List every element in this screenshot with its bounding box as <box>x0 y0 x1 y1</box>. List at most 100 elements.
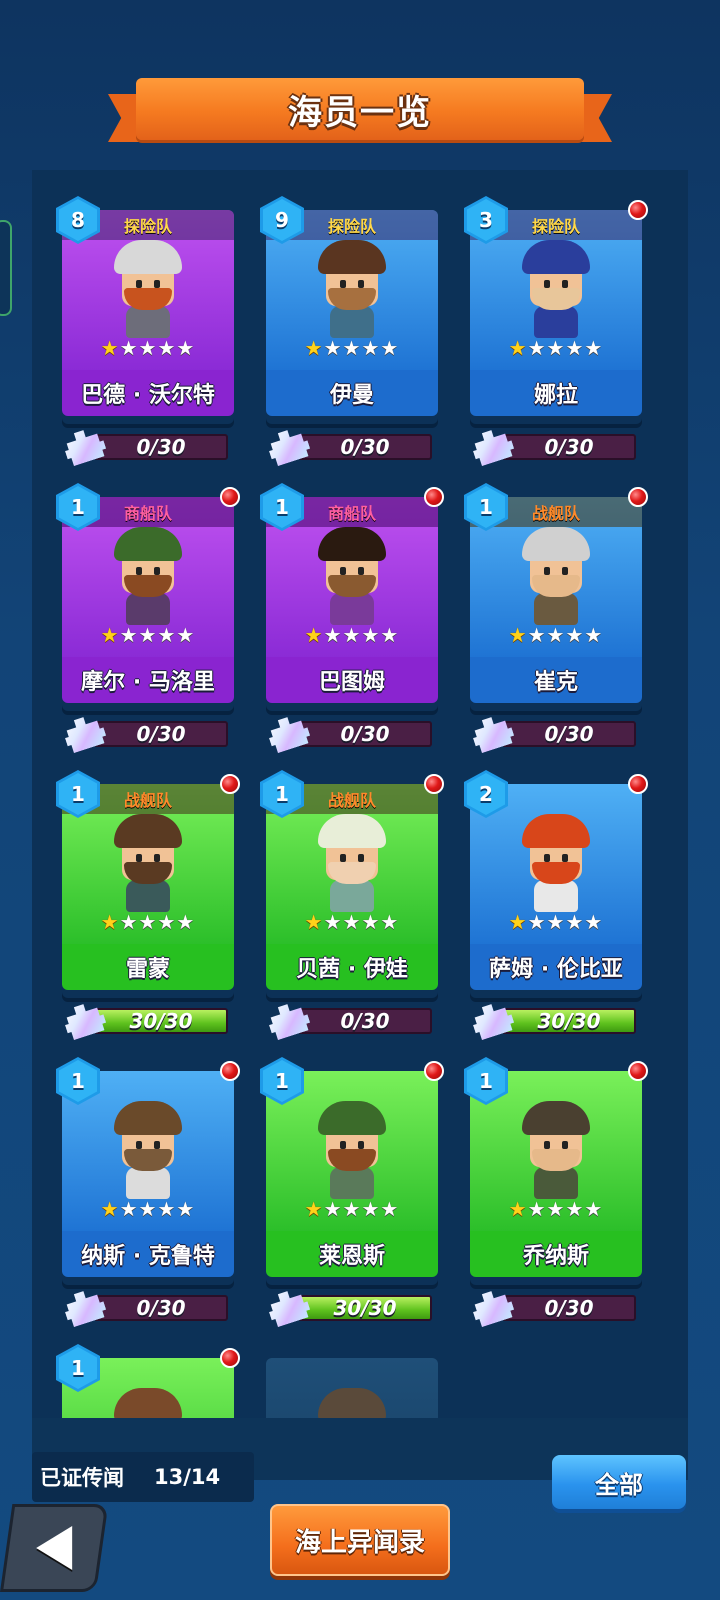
portrait-body <box>126 1167 170 1199</box>
star-icon: ★ <box>361 910 381 934</box>
notification-dot-icon <box>424 1061 444 1081</box>
crew-card-frame: 探险队 ★★★★★ 伊曼 9 <box>260 196 438 424</box>
puzzle-piece-icon <box>468 997 517 1042</box>
puzzle-piece-icon <box>468 1284 517 1329</box>
crew-portrait <box>108 814 188 914</box>
back-button[interactable] <box>0 1504 109 1592</box>
portrait-body <box>330 880 374 912</box>
crew-name-bar: 莱恩斯 <box>266 1231 438 1277</box>
portrait-body <box>534 593 578 625</box>
crew-name-bar: 雷蒙 <box>62 944 234 990</box>
star-icon: ★ <box>157 623 177 647</box>
portrait-eye <box>544 280 550 288</box>
portrait-eye <box>136 567 142 575</box>
star-icon: ★ <box>342 336 362 360</box>
portrait-body <box>330 593 374 625</box>
crew-name: 乔纳斯 <box>522 1244 589 1269</box>
star-icon: ★ <box>584 1197 604 1221</box>
portrait-body <box>126 593 170 625</box>
crew-star-rating: ★★★★★ <box>62 623 234 647</box>
portrait-eye <box>544 854 550 862</box>
portrait-eye <box>358 1141 364 1149</box>
filter-all-button[interactable]: 全部 <box>552 1455 686 1509</box>
puzzle-piece-icon <box>60 1284 109 1329</box>
portrait-eye <box>154 280 160 288</box>
shard-progress-text: 0/30 <box>544 435 594 459</box>
portrait-eye <box>358 854 364 862</box>
star-icon: ★ <box>565 336 585 360</box>
crew-card[interactable]: ★★★★★ 纳斯 · 克鲁特 1 0/30 <box>56 1057 246 1311</box>
portrait-body <box>330 1167 374 1199</box>
portrait-eye <box>136 1141 142 1149</box>
crew-card[interactable]: 战舰队 ★★★★★ 贝茜 · 伊娃 1 0/30 <box>260 770 450 1024</box>
star-icon: ★ <box>508 336 528 360</box>
crew-card-frame: 商船队 ★★★★★ 巴图姆 1 <box>260 483 444 711</box>
star-icon: ★ <box>527 910 547 934</box>
star-icon: ★ <box>380 623 400 647</box>
crew-portrait <box>516 1101 596 1201</box>
puzzle-piece-icon <box>60 710 109 755</box>
crew-card[interactable]: 战舰队 ★★★★★ 崔克 1 0/30 <box>464 483 654 737</box>
crew-name-bar: 贝茜 · 伊娃 <box>266 944 438 990</box>
title-banner: 海员一览 <box>108 78 612 148</box>
crew-name-bar: 崔克 <box>470 657 642 703</box>
crew-card[interactable]: ★★★★★ 莱恩斯 1 30/30 <box>260 1057 450 1311</box>
crew-star-rating: ★★★★★ <box>266 623 438 647</box>
shard-progress: 30/30 <box>268 1289 436 1323</box>
notification-dot-icon <box>628 200 648 220</box>
star-icon: ★ <box>527 623 547 647</box>
crew-card[interactable]: ★★★★★ 乔纳斯 1 0/30 <box>464 1057 654 1311</box>
crew-card[interactable]: ★★★★★ 萨姆 · 伦比亚 2 30/30 <box>464 770 654 1024</box>
star-icon: ★ <box>119 1197 139 1221</box>
crew-card-frame: ★★★★★ 萨姆 · 伦比亚 2 <box>464 770 648 998</box>
shard-progress-text: 0/30 <box>136 435 186 459</box>
star-icon: ★ <box>176 910 196 934</box>
crew-card[interactable]: 战舰队 ★★★★★ 雷蒙 1 30/30 <box>56 770 246 1024</box>
star-icon: ★ <box>565 623 585 647</box>
star-icon: ★ <box>508 910 528 934</box>
crew-portrait <box>312 814 392 914</box>
back-arrow-icon <box>36 1526 73 1570</box>
portrait-eye <box>340 854 346 862</box>
portrait-hat <box>522 814 590 848</box>
crew-card[interactable]: 商船队 ★★★★★ 巴图姆 1 0/30 <box>260 483 450 737</box>
shard-progress-text: 30/30 <box>129 1009 193 1033</box>
portrait-hat <box>114 240 182 274</box>
crew-name: 萨姆 · 伦比亚 <box>489 957 623 982</box>
banner-main: 海员一览 <box>136 78 584 140</box>
crew-star-rating: ★★★★★ <box>62 910 234 934</box>
side-tab[interactable] <box>0 220 12 316</box>
shard-progress-text: 0/30 <box>340 1009 390 1033</box>
crew-name: 伊曼 <box>329 383 374 408</box>
portrait-eye <box>562 567 568 575</box>
shard-progress: 0/30 <box>64 1289 232 1323</box>
crew-name-bar: 乔纳斯 <box>470 1231 642 1277</box>
star-icon: ★ <box>304 336 324 360</box>
star-icon: ★ <box>157 910 177 934</box>
star-icon: ★ <box>157 336 177 360</box>
star-icon: ★ <box>323 1197 343 1221</box>
crew-card[interactable]: 探险队 ★★★★★ 娜拉 3 0/30 <box>464 196 654 450</box>
portrait-eye <box>340 567 346 575</box>
crew-star-rating: ★★★★★ <box>266 336 438 360</box>
sea-rumors-log-button[interactable]: 海上异闻录 <box>270 1504 450 1576</box>
star-icon: ★ <box>584 623 604 647</box>
crew-card-frame: 探险队 ★★★★★ 巴德 · 沃尔特 8 <box>56 196 234 424</box>
crew-card[interactable]: 探险队 ★★★★★ 巴德 · 沃尔特 8 0/30 <box>56 196 246 450</box>
crew-card[interactable]: 探险队 ★★★★★ 伊曼 9 0/30 <box>260 196 450 450</box>
crew-card[interactable]: 商船队 ★★★★★ 摩尔 · 马洛里 1 0/30 <box>56 483 246 737</box>
notification-dot-icon <box>628 774 648 794</box>
crew-name-bar: 萨姆 · 伦比亚 <box>470 944 642 990</box>
star-icon: ★ <box>157 1197 177 1221</box>
portrait-eye <box>358 567 364 575</box>
star-icon: ★ <box>176 623 196 647</box>
portrait-body <box>126 306 170 338</box>
portrait-eye <box>544 567 550 575</box>
shard-progress: 30/30 <box>472 1002 640 1036</box>
crew-star-rating: ★★★★★ <box>62 1197 234 1221</box>
crew-name: 贝茜 · 伊娃 <box>296 957 408 982</box>
shard-progress-text: 30/30 <box>537 1009 601 1033</box>
puzzle-piece-icon <box>264 997 313 1042</box>
portrait-eye <box>358 280 364 288</box>
crew-portrait <box>312 527 392 627</box>
